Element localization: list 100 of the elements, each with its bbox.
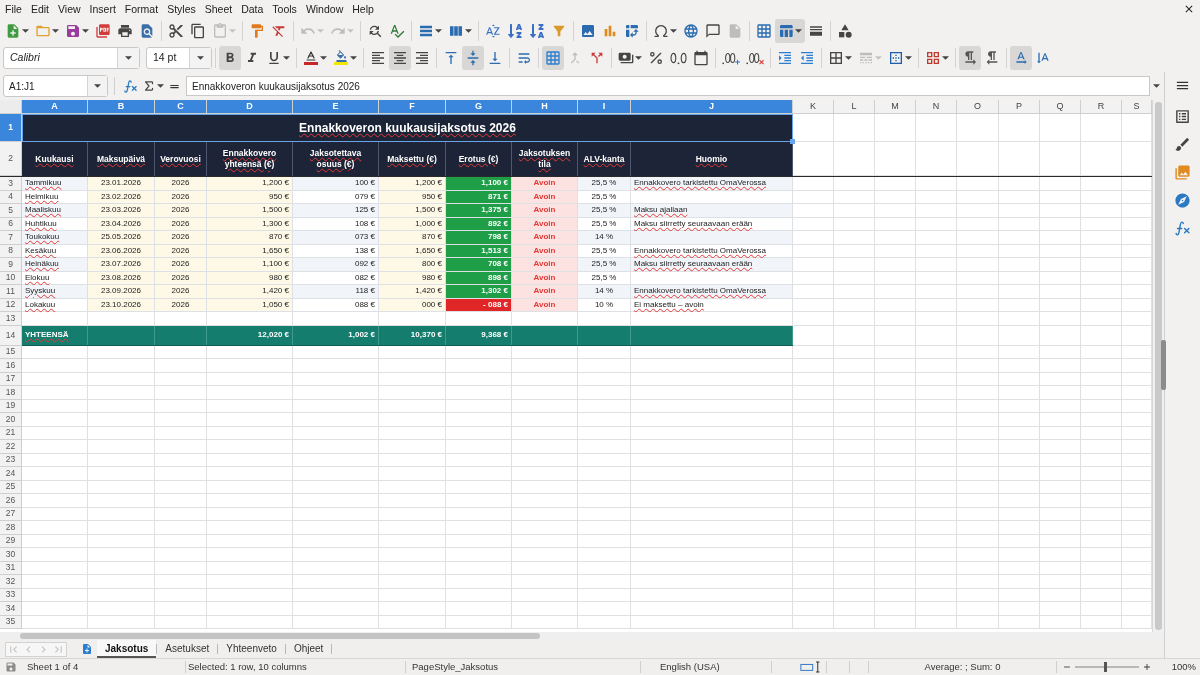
menu-item[interactable]: File — [5, 1, 22, 17]
column-header[interactable]: A — [22, 100, 88, 114]
caret-icon — [157, 84, 164, 88]
row-header[interactable]: 28 — [0, 521, 22, 535]
menu-item[interactable]: Styles — [167, 1, 196, 17]
text-horizontal-icon — [1013, 50, 1029, 66]
caret-icon — [905, 56, 912, 60]
column-header[interactable]: R — [1081, 100, 1122, 114]
column-header[interactable]: K — [793, 100, 834, 114]
functions-button[interactable] — [1174, 219, 1191, 237]
column-header[interactable]: M — [875, 100, 916, 114]
slider-thumb[interactable] — [1104, 662, 1108, 672]
align-center-button[interactable] — [389, 46, 411, 70]
column-header[interactable]: N — [916, 100, 957, 114]
row-header[interactable]: 5 — [0, 204, 22, 218]
column-header[interactable]: H — [512, 100, 578, 114]
sheet-tab[interactable]: Asetukset — [157, 640, 218, 658]
row-header[interactable]: 16 — [0, 359, 22, 373]
column-header[interactable]: B — [88, 100, 155, 114]
list-panel-icon — [1174, 107, 1191, 125]
caret-icon — [350, 56, 357, 60]
column-header[interactable]: G — [446, 100, 512, 114]
dropdown-button[interactable] — [189, 48, 211, 68]
row-header[interactable]: 22 — [0, 440, 22, 454]
row-header[interactable]: 32 — [0, 575, 22, 589]
styles-button[interactable] — [1174, 135, 1191, 153]
menu-item[interactable]: Insert — [89, 1, 116, 17]
menu-item[interactable]: Edit — [30, 1, 49, 17]
row-header[interactable]: 11 — [0, 285, 22, 299]
bold-button[interactable] — [219, 46, 241, 70]
menu-item[interactable]: Help — [352, 1, 374, 17]
table-grid-icon — [545, 50, 561, 66]
language[interactable]: English (USA) — [660, 660, 720, 672]
row-header[interactable]: 34 — [0, 602, 22, 616]
font-name-combobox[interactable]: Calibri — [3, 47, 140, 69]
row-header[interactable]: 18 — [0, 386, 22, 400]
align-top-icon — [443, 50, 459, 66]
row-header[interactable]: 9 — [0, 258, 22, 272]
sheet-tab[interactable]: Yhteenveto — [218, 640, 285, 658]
scrollbar-thumb[interactable] — [20, 633, 540, 639]
menu-item[interactable]: Format — [124, 1, 159, 17]
column-header[interactable]: O — [957, 100, 999, 114]
table-cell: 25,5 % — [578, 258, 631, 272]
menu-item[interactable]: Sheet — [204, 1, 233, 17]
row-header[interactable]: 20 — [0, 413, 22, 427]
add-sheet-button[interactable] — [81, 643, 93, 655]
row-header[interactable]: 14 — [0, 325, 22, 346]
align-middle-button[interactable] — [462, 46, 484, 70]
page-style[interactable]: PageStyle_Jaksotus — [412, 660, 499, 672]
sheet-tab[interactable]: Jaksotus — [97, 640, 157, 658]
paragraph-right-arrow-icon — [962, 50, 978, 66]
merge-center-button[interactable] — [542, 46, 564, 70]
formula-input[interactable]: Ennakkoveron kuukausijaksotus 2026 — [186, 76, 1150, 96]
column-header[interactable]: P — [999, 100, 1040, 114]
expand-formula-button[interactable] — [1150, 84, 1162, 88]
sigma-icon — [142, 79, 156, 93]
sidebar-collapse-handle[interactable] — [1161, 340, 1166, 390]
menu-item[interactable]: Data — [241, 1, 264, 17]
fill-handle[interactable] — [790, 139, 795, 144]
rectangle-text-cursor-icon[interactable] — [800, 661, 822, 673]
font-size-combobox[interactable]: 14 pt — [146, 47, 212, 69]
dropdown-button[interactable] — [87, 76, 107, 96]
gallery-button[interactable] — [1174, 163, 1191, 181]
column-header[interactable]: F — [379, 100, 446, 114]
text-horizontal-button[interactable] — [1010, 46, 1032, 70]
left-to-right-button[interactable] — [959, 46, 981, 70]
column-header[interactable]: D — [207, 100, 293, 114]
table-cell: 708 € — [446, 258, 512, 272]
row-header[interactable]: 1 — [0, 114, 22, 142]
menu-item[interactable]: Window — [305, 1, 344, 17]
row-header[interactable]: 2 — [0, 142, 22, 176]
column-header[interactable]: C — [155, 100, 207, 114]
column-header[interactable]: I — [578, 100, 631, 114]
column-header[interactable]: Q — [1040, 100, 1081, 114]
name-box[interactable]: A1:J1 — [3, 75, 108, 97]
column-header[interactable]: S — [1122, 100, 1152, 114]
caret-icon — [52, 29, 59, 33]
function-wizard-button[interactable] — [121, 78, 140, 94]
navigator-button[interactable] — [1174, 191, 1191, 209]
column-header[interactable]: E — [293, 100, 379, 114]
sheet-tab[interactable]: Ohjeet — [285, 640, 332, 658]
row-header[interactable]: 24 — [0, 467, 22, 481]
sort-alpha-icon — [485, 23, 501, 39]
vertical-scrollbar[interactable] — [1155, 102, 1162, 630]
properties-button[interactable] — [1174, 107, 1191, 125]
column-header[interactable]: J — [631, 100, 793, 114]
indent-increase-icon — [777, 50, 793, 66]
zoom-percentage[interactable]: 100% — [1171, 659, 1196, 675]
row-header[interactable]: 3 — [0, 177, 22, 191]
row-header[interactable]: 13 — [0, 312, 22, 326]
banknotes-icon — [618, 50, 634, 66]
menu-item[interactable]: View — [58, 1, 81, 17]
menu-item[interactable]: Tools — [272, 1, 297, 17]
column-header[interactable]: L — [834, 100, 875, 114]
dropdown-button[interactable] — [117, 48, 139, 68]
close-button[interactable] — [1183, 3, 1195, 15]
freeze-button[interactable] — [775, 19, 805, 43]
row-header[interactable]: 30 — [0, 548, 22, 562]
row-header[interactable]: 7 — [0, 231, 22, 245]
row-header[interactable]: 26 — [0, 494, 22, 508]
